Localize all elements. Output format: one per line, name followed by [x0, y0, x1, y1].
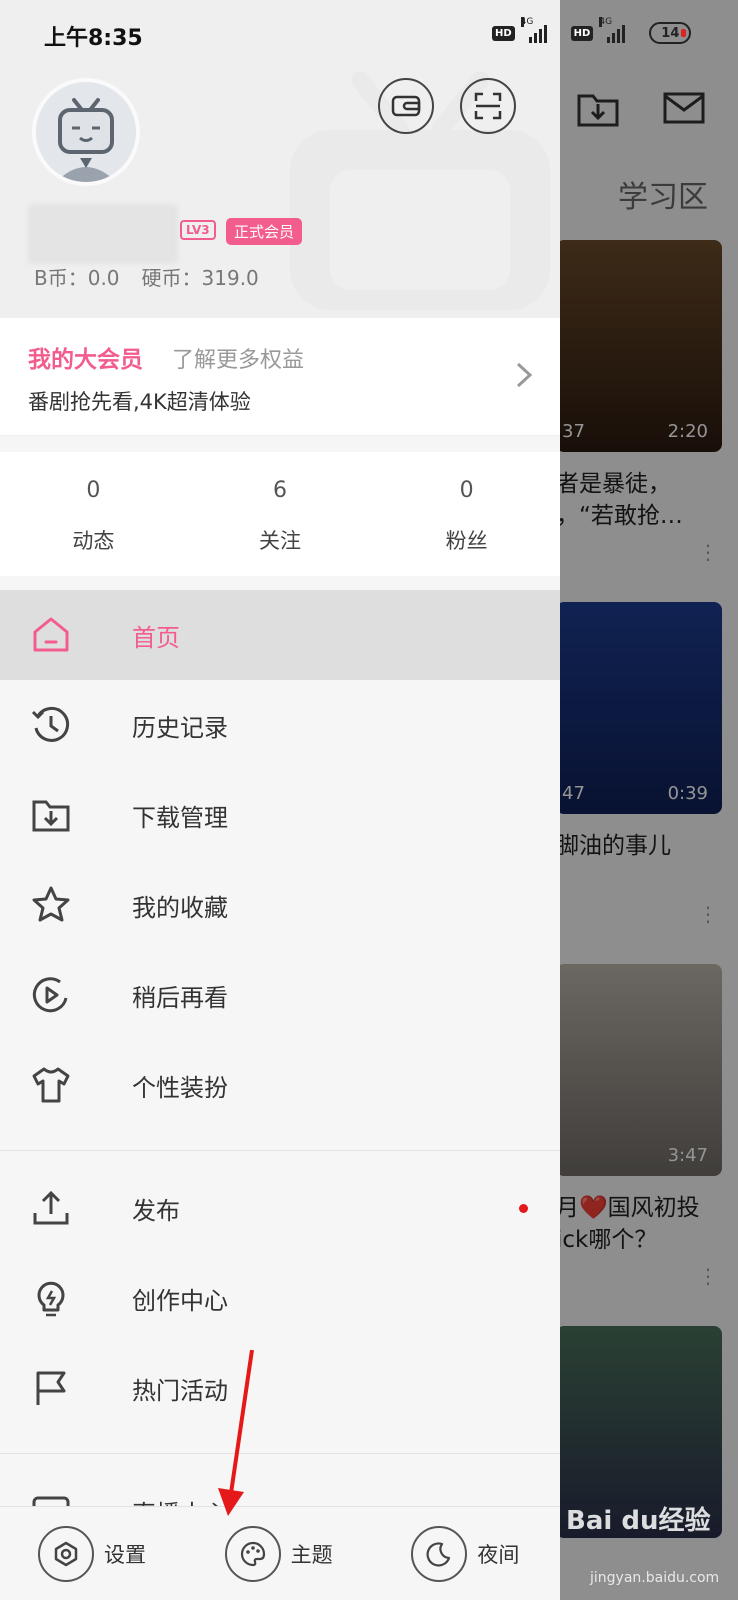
battery-icon: 14	[649, 22, 692, 44]
menu-item-events[interactable]: 热门活动	[0, 1343, 560, 1433]
theme-icon-circle	[224, 1525, 281, 1582]
settings-label: 设置	[104, 1542, 146, 1567]
moon-icon	[426, 1541, 451, 1567]
menu-label: 稍后再看	[132, 983, 228, 1012]
drawer-bottom-bar: 设置 主题 夜间	[0, 1506, 560, 1600]
menu-label: 下载管理	[132, 803, 228, 832]
scan-icon	[474, 92, 502, 120]
menu-item-creator-center[interactable]: 创作中心	[0, 1253, 560, 1343]
stat-value: 0	[459, 478, 474, 503]
avatar[interactable]	[32, 78, 140, 186]
home-icon	[33, 617, 69, 652]
vip-card[interactable]: 我的大会员 了解更多权益 番剧抢先看,4K超清体验	[0, 318, 560, 436]
stat-value: 6	[273, 478, 287, 503]
watermark-logo: Bai du经验	[566, 1506, 711, 1536]
username-blurred	[28, 204, 178, 264]
stat-followers[interactable]: 0 粉丝	[373, 452, 560, 576]
menu-item-downloads[interactable]: 下载管理	[0, 770, 560, 860]
menu-item-watch-later[interactable]: 稍后再看	[0, 950, 560, 1040]
flag-icon	[36, 1371, 66, 1405]
annotation-arrow-icon	[218, 1350, 254, 1516]
stats-row: 0 动态 6 关注 0 粉丝	[0, 452, 560, 576]
download-icon	[32, 800, 70, 832]
vip-title: 我的大会员	[28, 347, 143, 373]
stat-label: 粉丝	[445, 529, 488, 553]
menu-label: 我的收藏	[132, 893, 228, 922]
menu-item-favorites[interactable]: 我的收藏	[0, 860, 560, 950]
settings-icon-circle	[38, 1525, 94, 1582]
menu-item-themes-dress[interactable]: 个性装扮	[0, 1040, 560, 1130]
status-indicators: HD 4G HD 4G 14	[492, 17, 692, 46]
menu-label: 个性装扮	[132, 1073, 228, 1102]
signal-icon: 4G	[599, 17, 629, 43]
menu-item-home[interactable]: 首页	[0, 590, 560, 680]
theme-label: 主题	[290, 1542, 333, 1567]
notification-dot	[519, 1203, 528, 1213]
battery-level: 14	[661, 25, 680, 41]
status-time: 上午8:35	[44, 26, 143, 51]
history-icon	[31, 706, 70, 742]
bcoin-balance: B币：0.0	[34, 266, 120, 290]
coin-info: B币：0.0 硬币：319.0	[34, 262, 281, 291]
night-icon-circle	[411, 1525, 468, 1582]
signal-icon: 4G	[520, 17, 551, 43]
stat-following[interactable]: 6 关注	[187, 452, 374, 576]
menu-label: 首页	[132, 623, 180, 652]
palette-icon	[240, 1541, 265, 1566]
settings-icon	[54, 1541, 78, 1566]
vip-more-link: 了解更多权益	[172, 348, 305, 373]
default-avatar-icon	[56, 98, 116, 182]
menu-label: 发布	[132, 1196, 180, 1225]
membership-badge: 正式会员	[226, 218, 303, 245]
hd-voice-icon: HD	[492, 25, 515, 41]
watch-later-icon	[32, 977, 68, 1013]
tshirt-icon	[32, 1067, 70, 1103]
watermark-url: jingyan.baidu.com	[590, 1570, 720, 1586]
status-bar: 上午8:35 HD 4G HD 4G 14	[0, 0, 738, 66]
star-icon	[32, 886, 70, 922]
menu-divider	[0, 1150, 560, 1151]
network-type: 4G	[520, 17, 534, 27]
stat-dynamics[interactable]: 0 动态	[0, 452, 187, 576]
stat-label: 关注	[259, 529, 301, 553]
wallet-button[interactable]	[378, 78, 434, 134]
theme-button[interactable]: 主题	[187, 1507, 374, 1600]
wallet-icon	[391, 95, 421, 117]
lightbulb-icon	[37, 1281, 65, 1317]
scan-button[interactable]	[460, 78, 516, 134]
menu-item-publish[interactable]: 发布	[0, 1163, 560, 1253]
upload-icon	[33, 1190, 69, 1225]
menu-label: 历史记录	[132, 713, 228, 742]
drawer-menu: 首页 历史记录 下载管理 我的收藏 稍后再看 个性装扮 发布 创作中心 热门活动	[0, 590, 560, 1556]
coin-balance: 硬币：319.0	[141, 266, 259, 290]
network-type: 4G	[599, 17, 613, 27]
level-badge: LV3	[180, 220, 216, 240]
stat-label: 动态	[72, 529, 115, 553]
settings-button[interactable]: 设置	[0, 1507, 187, 1600]
menu-divider	[0, 1453, 560, 1454]
chevron-right-icon	[516, 362, 533, 388]
night-label: 夜间	[477, 1542, 520, 1567]
navigation-drawer: LV3 正式会员 B币：0.0 硬币：319.0 我的大会员 了解更多权益 番剧抢…	[0, 0, 560, 1600]
vip-description: 番剧抢先看,4K超清体验	[28, 390, 251, 414]
menu-label: 创作中心	[132, 1286, 228, 1315]
night-mode-button[interactable]: 夜间	[373, 1507, 560, 1600]
hd-voice-icon: HD	[570, 25, 594, 41]
stat-value: 0	[86, 478, 101, 503]
menu-item-history[interactable]: 历史记录	[0, 680, 560, 770]
